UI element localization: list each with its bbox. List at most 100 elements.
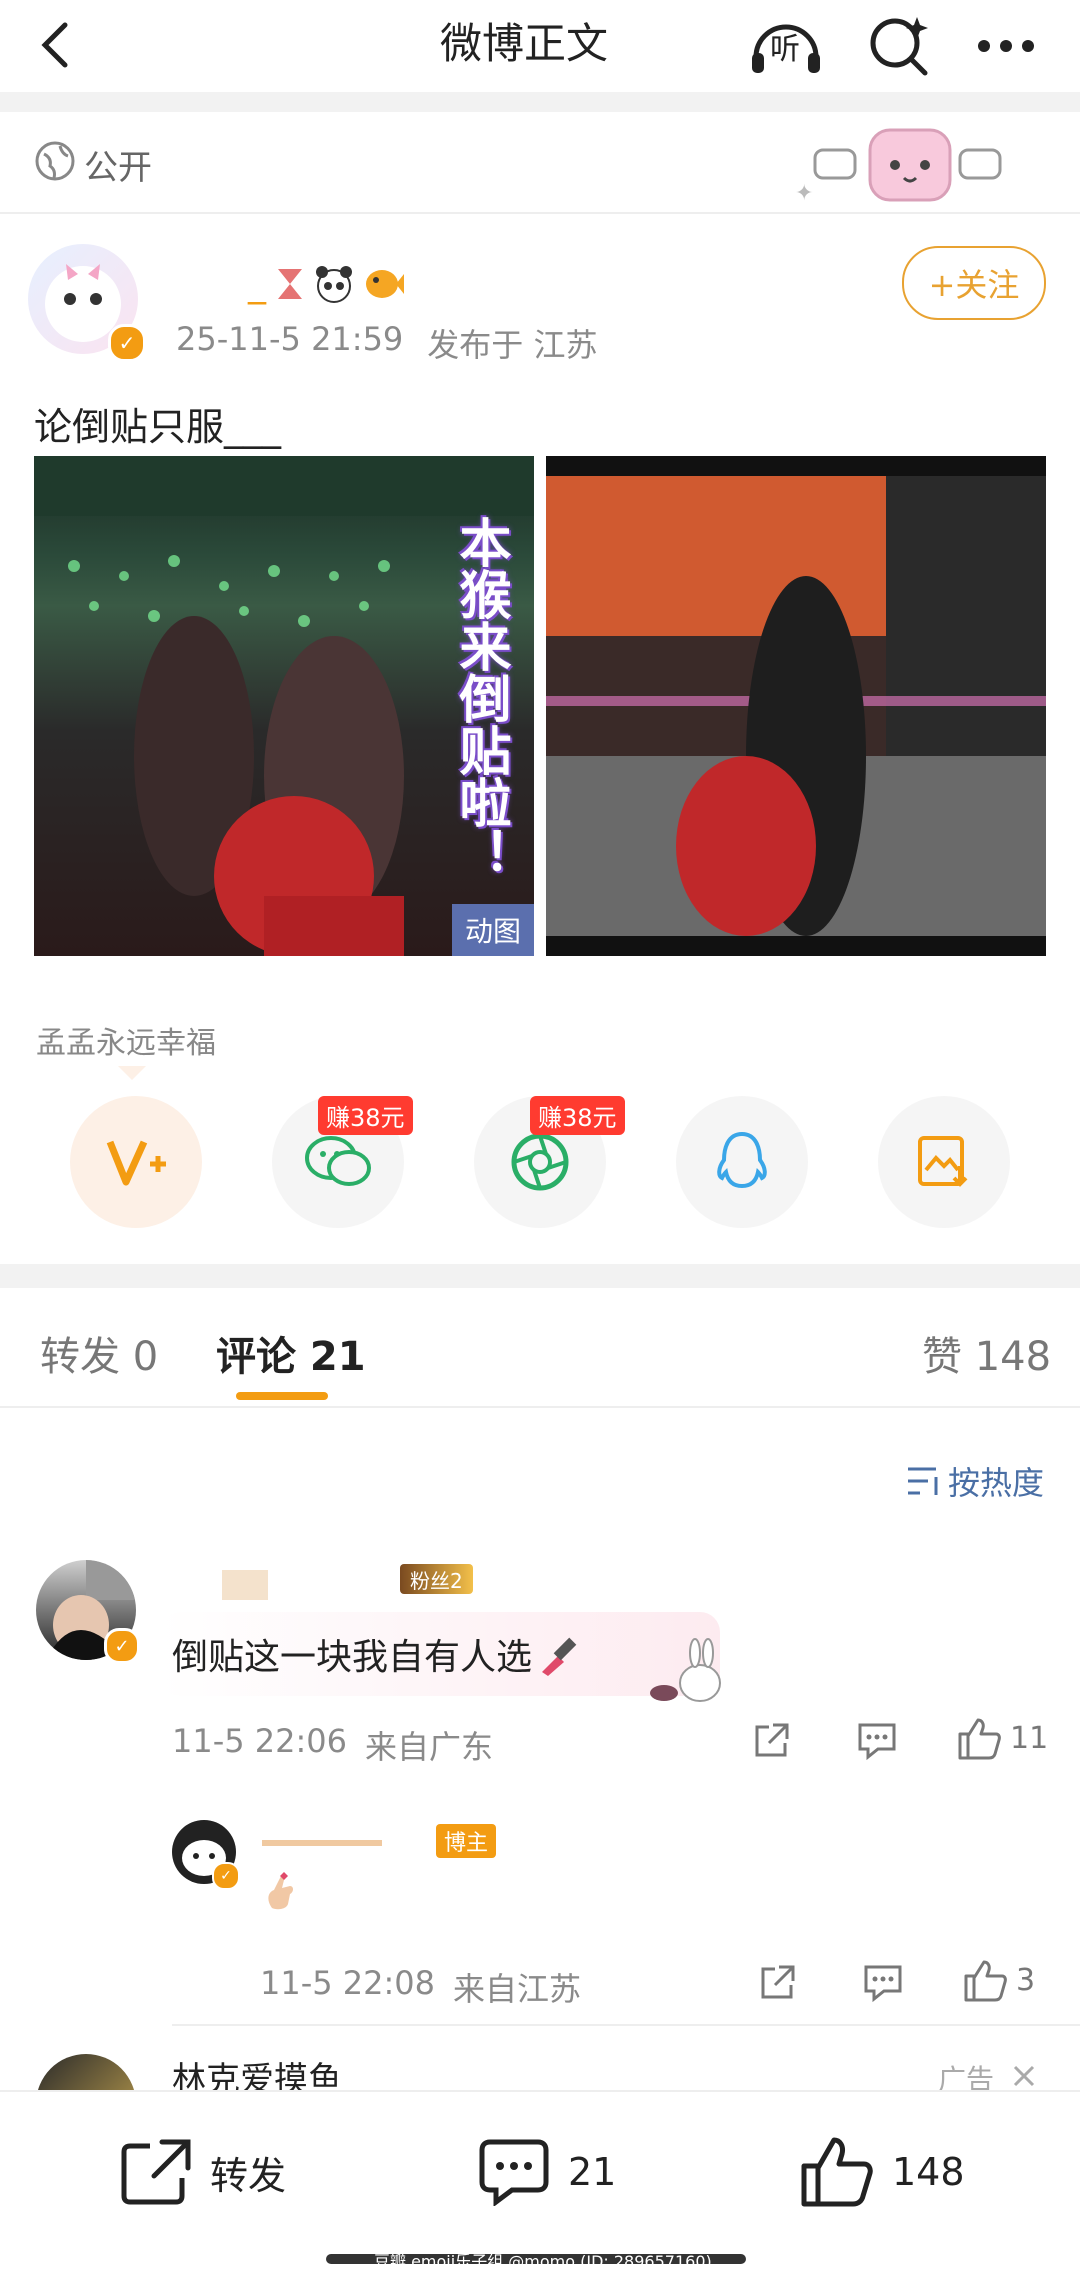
share-out-icon [761,1965,795,1999]
globe-icon [35,141,75,181]
ad-label: 广告 [938,2063,995,2090]
sort-label: 按热度 [948,1464,1045,1502]
wechat-icon [305,1136,371,1186]
page-title: 微博正文 [440,19,609,68]
decorative-sticker: ✦ [790,120,1010,210]
bottom-repost-button[interactable]: 转发 [120,2138,286,2206]
bunny-sticker [640,1638,730,1708]
divider [0,1406,1080,1408]
verified-badge-icon: ✓ [108,324,146,362]
stage-scene-image [546,476,1046,956]
commenter-name-redacted [222,1570,268,1600]
watermark: 豆瓣 emoji乐子组 @momo (ID: 289657160) [374,2252,712,2271]
post-header: ✓ _ 25-11-5 21:59 发布于 江苏 +关注 [0,230,1080,380]
comment-bubble-icon [864,1965,902,2003]
comment-item: ✓ 粉丝2 倒贴这一块我自有人选 11-5 22:06 来自广东 11 [0,1556,1080,1766]
search-button[interactable] [860,6,940,86]
comment-time: 11-5 22:06 [172,1722,348,1760]
thumbs-up-icon [958,1718,1001,1760]
comment-text: 倒贴这一块我自有人选 [172,1628,582,1680]
comment-text-content: 倒贴这一块我自有人选 [172,1637,533,1678]
image-overlay-text: 本猴来倒贴啦！ [450,516,510,880]
moments-shutter-icon [511,1133,569,1191]
comment-bubble-icon [479,2139,549,2206]
visibility-label: 公开 [84,148,152,188]
ad-avatar[interactable] [36,2054,136,2090]
reply-meta: 11-5 22:08 来自江苏 [260,1964,581,2010]
reply-share-button[interactable] [752,1958,802,2008]
post-image-left[interactable]: 本猴来倒贴啦！ 动图 [34,456,534,956]
comment-like-button[interactable]: 11 [956,1716,1048,1760]
svg-text:✦: ✦ [795,181,813,206]
more-dots-icon [978,40,1034,52]
reply-time: 11-5 22:08 [260,1964,436,2002]
hourglass-icon [278,269,302,299]
author-name[interactable]: _ [176,262,404,306]
thumbs-up-icon [964,1960,1007,2002]
post-location: 发布于 江苏 [427,326,598,364]
v-plus-icon [106,1140,166,1186]
tabs-bar: 转发 0 评论 21 赞 148 [0,1288,1080,1408]
bottom-like-count: 148 [892,2150,965,2194]
comment-like-count: 11 [1010,1720,1049,1756]
panda-icon [316,266,352,303]
listen-button[interactable]: 听 [746,6,826,86]
reply-reply-button[interactable] [858,1958,908,2008]
sort-button[interactable]: 按热度 [906,1458,1044,1504]
verified-badge-icon: ✓ [212,1862,240,1890]
tab-likes[interactable]: 赞 148 [922,1324,1051,1382]
thumbs-up-icon [801,2137,873,2207]
section-divider [0,1264,1080,1288]
share-out-icon [755,1723,789,1757]
bottom-comment-button[interactable]: 21 [478,2138,616,2206]
ad-author-name[interactable]: 林克爱摸鱼 [172,2052,342,2090]
follow-button[interactable]: +关注 [902,246,1046,320]
qq-penguin-icon [717,1131,767,1189]
share-vplus-button[interactable] [70,1096,202,1228]
tab-repost[interactable]: 转发 0 [40,1324,158,1382]
tab-comment[interactable]: 评论 21 [216,1324,366,1382]
save-image-button[interactable] [878,1096,1010,1228]
comment-share-button[interactable] [746,1716,796,1766]
repost-icon [121,2139,191,2205]
bunny-sticker-icon [650,1638,721,1702]
nail-polish-icon [542,1637,577,1676]
reply-finger-heart-icon [262,1870,302,1910]
bottom-like-button[interactable]: 148 [800,2136,965,2208]
bottom-action-bar: 转发 21 148 豆瓣 emoji乐子组 @momo (ID: 2896571… [0,2090,1080,2284]
reply-like-count: 3 [1016,1962,1036,1998]
topic-pointer [118,1066,146,1080]
moments-reward-badge: 赚38元 [530,1096,625,1135]
wechat-reward-badge: 赚38元 [318,1096,413,1135]
pink-bunny-sticker-icon: ✦ [795,128,1002,206]
more-button[interactable] [966,6,1046,86]
bottom-comment-count: 21 [568,2150,617,2194]
reply-like-button[interactable]: 3 [962,1958,1035,2002]
post-content: 论倒贴只服___ [34,405,282,449]
bottom-repost-label: 转发 [210,2153,287,2198]
fish-icon [366,270,404,298]
divider [172,2024,1080,2026]
reply-item: ✓ 博主 11-5 22:08 来自江苏 3 [0,1814,1080,2014]
close-icon[interactable] [1012,2064,1036,2088]
comment-meta: 11-5 22:06 来自广东 [172,1722,493,1768]
nav-divider [0,92,1080,112]
reply-location: 来自江苏 [453,1970,582,2008]
sort-icon [908,1467,938,1495]
divider [0,212,1080,214]
top-nav: 微博正文 听 [0,0,1080,90]
post-timestamp: 25-11-5 21:59 [176,320,404,358]
share-row: 赚38元 赚38元 [0,1090,1080,1240]
back-button[interactable] [20,10,90,80]
search-sparkle-icon [870,17,928,76]
verified-badge-icon: ✓ [104,1628,140,1664]
comment-bubble-icon [858,1723,896,1761]
post-image-right[interactable] [546,456,1046,956]
comment-location: 来自广东 [365,1728,494,1766]
share-qq-button[interactable] [676,1096,808,1228]
author-badge: 博主 [436,1824,497,1858]
topic-source[interactable]: 孟孟永远幸福 [36,1018,216,1062]
comment-reply-button[interactable] [852,1716,902,1766]
chevron-left-icon [41,22,68,68]
fan-badge: 粉丝2 [400,1564,473,1594]
